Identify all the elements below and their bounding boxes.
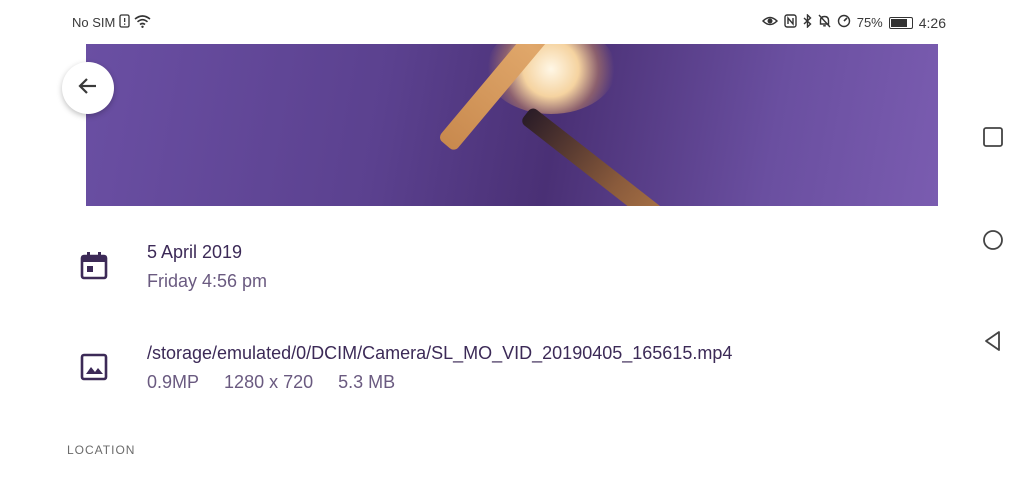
mute-bell-icon (818, 14, 831, 31)
status-right: 75% 4:26 (761, 13, 946, 31)
speed-gauge-icon (837, 14, 851, 31)
battery-icon (888, 16, 913, 29)
clock: 4:26 (918, 14, 946, 31)
media-preview-image[interactable] (86, 44, 938, 206)
day-time-value: Friday 4:56 pm (147, 271, 268, 291)
file-meta: 0.9MP 1280 x 720 5.3 MB (147, 368, 732, 397)
file-size: 5.3 MB (338, 372, 396, 392)
nfc-icon (784, 14, 797, 31)
square-nav-icon[interactable] (982, 126, 1004, 148)
battery-level-fill (890, 18, 908, 27)
matchstick-dark (519, 106, 714, 206)
file-text: /storage/emulated/0/DCIM/Camera/SL_MO_VI… (147, 339, 732, 397)
megapixels: 0.9MP (147, 372, 200, 392)
location-section-label: LOCATION (67, 443, 136, 457)
sim-icon (119, 14, 130, 31)
triangle-nav-icon[interactable] (982, 330, 1004, 352)
date-text: 5 April 2019 Friday 4:56 pm (147, 238, 267, 296)
battery-percent: 75% (856, 15, 883, 30)
wifi-icon (134, 14, 151, 31)
eye-icon (761, 15, 778, 30)
date-value: 5 April 2019 (147, 242, 243, 262)
file-path: /storage/emulated/0/DCIM/Camera/SL_MO_VI… (147, 343, 733, 363)
circle-nav-icon[interactable] (982, 229, 1004, 251)
back-arrow-icon (76, 74, 100, 103)
status-left: No SIM (72, 14, 151, 31)
calendar-icon (78, 250, 110, 282)
resolution: 1280 x 720 (224, 372, 314, 392)
status-bar: No SIM 75% 4:26 (0, 0, 960, 44)
carrier-label: No SIM (72, 15, 116, 30)
navigation-bar (960, 0, 1024, 479)
image-icon (78, 351, 110, 383)
bluetooth-icon (803, 13, 812, 31)
back-button[interactable] (62, 62, 114, 114)
